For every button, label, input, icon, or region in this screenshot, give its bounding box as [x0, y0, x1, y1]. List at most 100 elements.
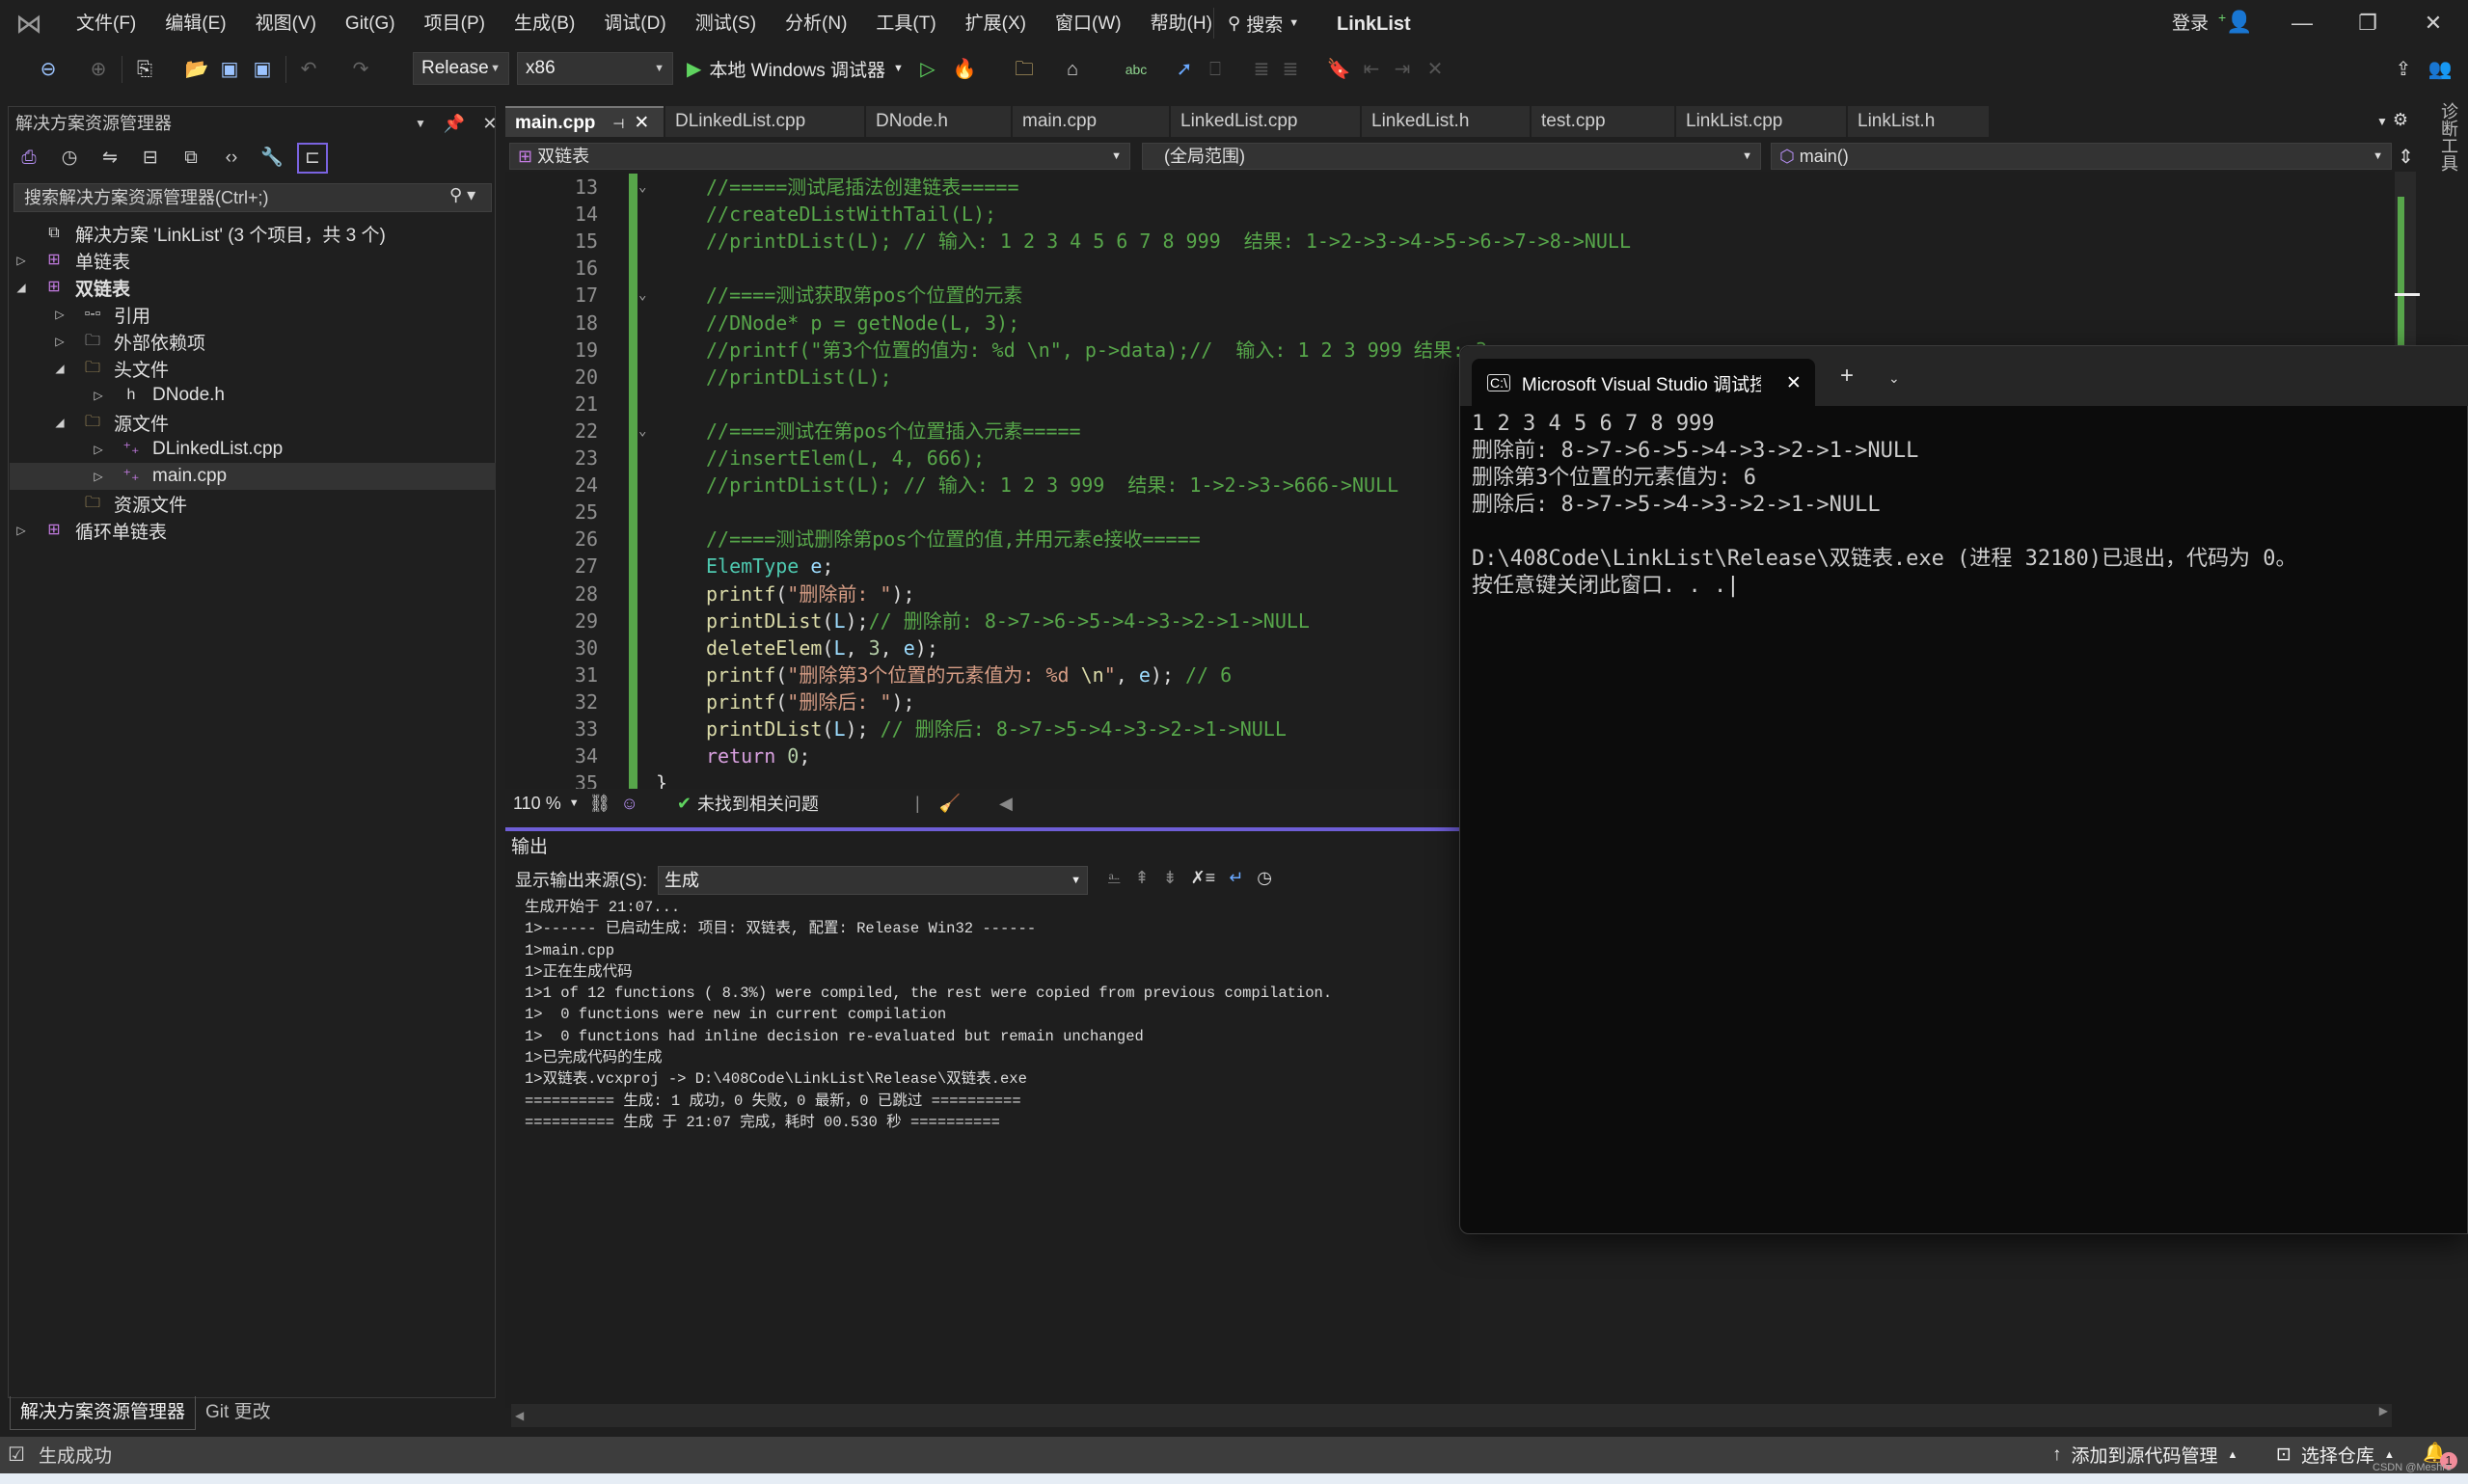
hot-reload-icon[interactable]: 🔥	[951, 56, 978, 83]
save-all-icon[interactable]: ▣	[249, 56, 276, 83]
expanded-triangle-icon[interactable]: ◢	[52, 416, 68, 429]
tab-linkedlist-cpp[interactable]: LinkedList.cpp	[1171, 106, 1360, 137]
tree-item[interactable]: ▷ ⁺₊ DLinkedList.cpp	[10, 436, 496, 463]
tab-linklist-cpp[interactable]: LinkList.cpp	[1676, 106, 1846, 137]
project-nav-select[interactable]: ⊞ 双链表 ▼	[509, 143, 1130, 170]
member-nav-select[interactable]: ⬡ main() ▼	[1771, 143, 2392, 170]
tree-item[interactable]: ◢ 🗀 源文件	[10, 409, 496, 436]
scroll-left-icon[interactable]: ◀	[999, 794, 1013, 814]
tree-item[interactable]: ⧉ 解决方案 'LinkList' (3 个项目，共 3 个)	[10, 220, 496, 247]
menu-item[interactable]: 文件(F)	[62, 10, 150, 39]
tree-item[interactable]: ▷ ⁺₊ main.cpp	[10, 463, 496, 490]
timestamp-clock-icon[interactable]: ◷	[1257, 868, 1272, 888]
fold-toggle-icon[interactable]: ⌄	[638, 282, 646, 309]
add-to-source-control-button[interactable]: ↑ 添加到源代码管理 ▲	[2052, 1442, 2237, 1468]
code-view-icon[interactable]: ‹›	[218, 145, 245, 172]
sync-active-document-icon[interactable]: ⇋	[96, 145, 123, 172]
clear-bookmarks-icon[interactable]: ✕	[1422, 56, 1449, 83]
start-debugging-button[interactable]: ▶ 本地 Windows 调试器 ▼	[687, 52, 904, 85]
scroll-left-icon[interactable]: ◀	[511, 1409, 524, 1422]
switch-views-icon[interactable]: ⎙	[15, 145, 42, 172]
menu-item[interactable]: 调试(D)	[589, 10, 680, 39]
collapsed-triangle-icon[interactable]: ▷	[91, 470, 106, 483]
tab-dropdown-chevron-icon[interactable]: ⌄	[1888, 370, 1900, 387]
new-project-icon[interactable]: ⎘	[131, 56, 158, 83]
properties-wrench-icon[interactable]: 🔧	[258, 145, 285, 172]
live-share-icon[interactable]: 👥	[2427, 56, 2454, 83]
menu-item[interactable]: 扩展(X)	[951, 10, 1041, 39]
expanded-triangle-icon[interactable]: ◢	[52, 362, 68, 375]
split-window-icon[interactable]: ⇕	[2398, 145, 2414, 169]
solution-search-input[interactable]: 搜索解决方案资源管理器(Ctrl+;)	[14, 183, 492, 212]
tab-test-cpp[interactable]: test.cpp	[1532, 106, 1674, 137]
search-icon[interactable]: ⚲ ▾	[449, 185, 475, 205]
tab-dlinkedlist-cpp[interactable]: DLinkedList.cpp	[665, 106, 864, 137]
diagnostic-tools-side-tab[interactable]: 诊断工具	[2436, 102, 2461, 172]
pin-tab-icon[interactable]: ⊣	[609, 116, 628, 131]
previous-message-icon[interactable]: ⇞	[1134, 868, 1149, 888]
window-position-dropdown-icon[interactable]: ▼	[415, 110, 426, 137]
solution-platform-select[interactable]: x86 ▼	[517, 52, 673, 85]
scroll-right-icon[interactable]: ▶	[2379, 1404, 2392, 1417]
tree-item[interactable]: ▷ ▫-▫ 引用	[10, 301, 496, 328]
collapsed-triangle-icon[interactable]: ▷	[91, 443, 106, 456]
menu-item[interactable]: 项目(P)	[410, 10, 500, 39]
share-icon[interactable]: ⇪	[2390, 56, 2417, 83]
tab-main-cpp[interactable]: main.cpp	[1013, 106, 1169, 137]
output-horizontal-scrollbar[interactable]: ◀ ▶	[511, 1404, 2392, 1427]
collapsed-triangle-icon[interactable]: ▷	[14, 254, 29, 267]
zoom-level[interactable]: 110 %	[505, 794, 569, 814]
select-pointer-icon[interactable]: ➚	[1171, 56, 1198, 83]
tree-item[interactable]: ▷ 🗀 外部依赖项	[10, 328, 496, 355]
close-window-button[interactable]: ✕	[2400, 4, 2467, 42]
navigate-back-icon[interactable]: ⊖	[35, 56, 62, 83]
sign-in-link[interactable]: 登录	[2172, 10, 2209, 39]
close-tab-icon[interactable]: ✕	[1786, 372, 1802, 394]
copilot-icon[interactable]: ☺	[620, 794, 637, 814]
intellicode-icon[interactable]: ⛓	[589, 794, 611, 814]
account-add-icon[interactable]: +👤	[2218, 10, 2253, 39]
menu-item[interactable]: 分析(N)	[771, 10, 861, 39]
tab-overflow-settings[interactable]: ▼ ⚙	[2376, 110, 2408, 130]
redo-icon[interactable]: ↷	[347, 56, 374, 83]
tree-item[interactable]: ▷ ⊞ 循环单链表	[10, 517, 496, 544]
menu-item[interactable]: 视图(V)	[241, 10, 331, 39]
solution-configuration-select[interactable]: Release ▼	[413, 52, 509, 85]
save-icon[interactable]: ▣	[216, 56, 243, 83]
tab-linklist-h[interactable]: LinkList.h	[1848, 106, 1989, 137]
clear-all-icon[interactable]: ✗≡	[1191, 868, 1216, 888]
collapsed-triangle-icon[interactable]: ▷	[14, 524, 29, 537]
outdent-icon[interactable]: ≣	[1277, 56, 1304, 83]
previous-bookmark-icon[interactable]: ⇤	[1358, 56, 1385, 83]
pending-changes-filter-icon[interactable]: ◷	[56, 145, 83, 172]
start-without-debugging-icon[interactable]: ▷	[914, 56, 941, 83]
collapsed-triangle-icon[interactable]: ▷	[52, 335, 68, 348]
tree-item[interactable]: ◢ 🗀 头文件	[10, 355, 496, 382]
tree-item[interactable]: 🗀 资源文件	[10, 490, 496, 517]
close-tab-icon[interactable]: ✕	[634, 113, 649, 133]
tree-item[interactable]: ▷ ⊞ 单链表	[10, 247, 496, 274]
menu-item[interactable]: Git(G)	[331, 10, 410, 39]
collapsed-triangle-icon[interactable]: ▷	[52, 308, 68, 321]
minimize-button[interactable]: —	[2268, 4, 2336, 42]
go-to-line-icon[interactable]: ⎁	[1107, 868, 1121, 888]
issues-status[interactable]: 未找到相关问题	[697, 791, 819, 816]
menu-item[interactable]: 生成(B)	[500, 10, 589, 39]
next-bookmark-icon[interactable]: ⇥	[1389, 56, 1416, 83]
menu-item[interactable]: 工具(T)	[861, 10, 950, 39]
restore-button[interactable]: ❐	[2334, 4, 2401, 42]
tab-solution-explorer[interactable]: 解决方案资源管理器	[10, 1396, 197, 1430]
collapse-all-icon[interactable]: ⊟	[137, 145, 164, 172]
scope-nav-select[interactable]: (全局范围) ▼	[1142, 143, 1761, 170]
bookmark-icon[interactable]: 🔖	[1325, 56, 1352, 83]
output-source-select[interactable]: 生成 ▼	[658, 866, 1088, 895]
tab-dnode-h[interactable]: DNode.h	[866, 106, 1011, 137]
expanded-triangle-icon[interactable]: ◢	[14, 281, 29, 294]
tree-item[interactable]: ▷ h DNode.h	[10, 382, 496, 409]
tab-linkedlist-h[interactable]: LinkedList.h	[1362, 106, 1530, 137]
window-layout-icon[interactable]: ⌂	[1059, 56, 1086, 83]
fold-toggle-icon[interactable]: ⌄	[638, 418, 646, 445]
pin-icon[interactable]: 📌	[444, 110, 465, 137]
spell-check-icon[interactable]: abc	[1123, 56, 1150, 83]
find-in-files-icon[interactable]: 🗀	[1011, 56, 1038, 83]
